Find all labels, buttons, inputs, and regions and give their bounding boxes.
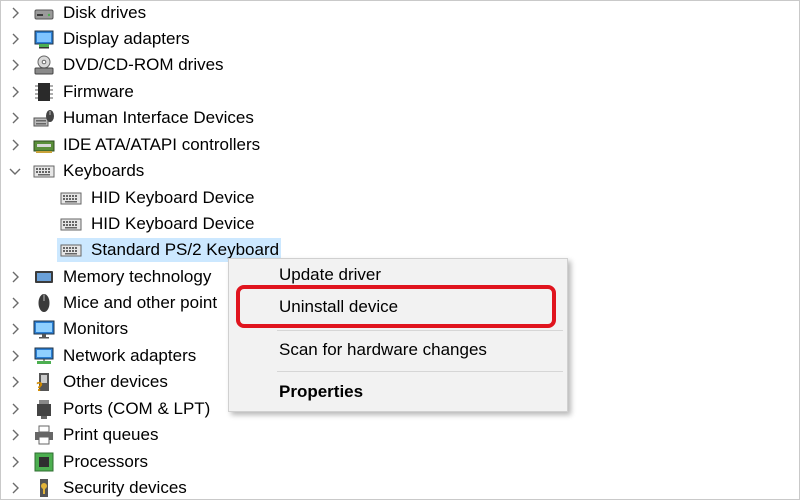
security-device-icon: [33, 477, 55, 499]
tree-item-keyboards[interactable]: Keyboards: [0, 158, 800, 184]
chevron-right-icon[interactable]: [5, 0, 25, 26]
chevron-right-icon[interactable]: [5, 316, 25, 342]
chevron-right-icon[interactable]: [5, 26, 25, 52]
tree-item-label: Network adapters: [63, 346, 197, 365]
tree-item-label: Monitors: [63, 319, 129, 338]
tree-item-ide-controllers[interactable]: IDE ATA/ATAPI controllers: [0, 132, 800, 158]
tree-item-label: Keyboards: [63, 161, 145, 180]
firmware-chip-icon: [33, 81, 55, 103]
keyboard-icon: [60, 213, 82, 235]
dvd-drive-icon: [33, 54, 55, 76]
tree-item-label: Print queues: [63, 425, 159, 444]
monitor-icon: [33, 318, 55, 340]
context-menu: Update driver Uninstall device Scan for …: [228, 258, 568, 412]
tree-item-security-devices[interactable]: Security devices: [0, 475, 800, 501]
tree-item-label: DVD/CD-ROM drives: [63, 55, 224, 74]
uninstall-highlight-ring: [236, 285, 556, 328]
network-adapter-icon: [33, 345, 55, 367]
tree-item-dvd-drives[interactable]: DVD/CD-ROM drives: [0, 52, 800, 78]
hid-icon: [33, 107, 55, 129]
other-device-icon: ?: [33, 371, 55, 394]
chevron-right-icon[interactable]: [5, 132, 25, 158]
keyboard-icon: [60, 187, 82, 209]
chevron-right-icon[interactable]: [5, 264, 25, 290]
menu-item-update-driver[interactable]: Update driver: [279, 264, 381, 286]
tree-child-hid-keyboard-device[interactable]: HID Keyboard Device: [0, 211, 800, 237]
port-icon: [33, 398, 55, 420]
ide-controller-icon: [33, 134, 55, 156]
chevron-right-icon[interactable]: [5, 105, 25, 131]
processor-icon: [33, 451, 55, 473]
menu-item-properties[interactable]: Properties: [279, 381, 363, 403]
keyboard-icon: [33, 160, 55, 182]
menu-separator: [277, 371, 563, 372]
chevron-right-icon[interactable]: [5, 422, 25, 448]
tree-item-label: Memory technology: [63, 267, 212, 286]
chevron-right-icon[interactable]: [5, 79, 25, 105]
chevron-right-icon[interactable]: [5, 290, 25, 316]
tree-item-display-adapters[interactable]: Display adapters: [0, 26, 800, 52]
tree-item-label: Display adapters: [63, 29, 190, 48]
keyboard-icon: [60, 239, 82, 261]
tree-item-label: Firmware: [63, 82, 134, 101]
display-adapter-icon: [33, 28, 55, 50]
tree-item-print-queues[interactable]: Print queues: [0, 422, 800, 448]
chevron-right-icon[interactable]: [5, 475, 25, 501]
chevron-right-icon[interactable]: [5, 449, 25, 475]
chevron-down-icon[interactable]: [5, 158, 25, 184]
tree-item-hid[interactable]: Human Interface Devices: [0, 105, 800, 131]
menu-separator: [277, 330, 563, 331]
tree-item-label: Disk drives: [63, 3, 147, 22]
memory-icon: [33, 266, 55, 288]
tree-item-label: Other devices: [63, 372, 168, 391]
tree-item-processors[interactable]: Processors: [0, 449, 800, 475]
chevron-right-icon[interactable]: [5, 369, 25, 395]
tree-child-hid-keyboard-device[interactable]: HID Keyboard Device: [0, 185, 800, 211]
tree-item-firmware[interactable]: Firmware: [0, 79, 800, 105]
chevron-right-icon[interactable]: [5, 343, 25, 369]
printer-icon: [33, 424, 55, 446]
chevron-right-icon[interactable]: [5, 52, 25, 78]
tree-item-label: IDE ATA/ATAPI controllers: [63, 135, 261, 154]
tree-item-label: Human Interface Devices: [63, 108, 254, 127]
tree-item-label: Security devices: [63, 478, 187, 497]
tree-item-label: HID Keyboard Device: [91, 214, 255, 233]
chevron-right-icon[interactable]: [5, 396, 25, 422]
svg-text:?: ?: [36, 380, 43, 393]
disk-drive-icon: [33, 2, 55, 24]
menu-item-scan-hardware[interactable]: Scan for hardware changes: [279, 339, 487, 361]
tree-item-label: Mice and other point: [63, 293, 218, 312]
tree-item-label: HID Keyboard Device: [91, 188, 255, 207]
tree-item-disk-drives[interactable]: Disk drives: [0, 0, 800, 26]
tree-item-label: Processors: [63, 452, 149, 471]
mouse-icon: [33, 292, 55, 314]
tree-item-label: Ports (COM & LPT): [63, 399, 211, 418]
